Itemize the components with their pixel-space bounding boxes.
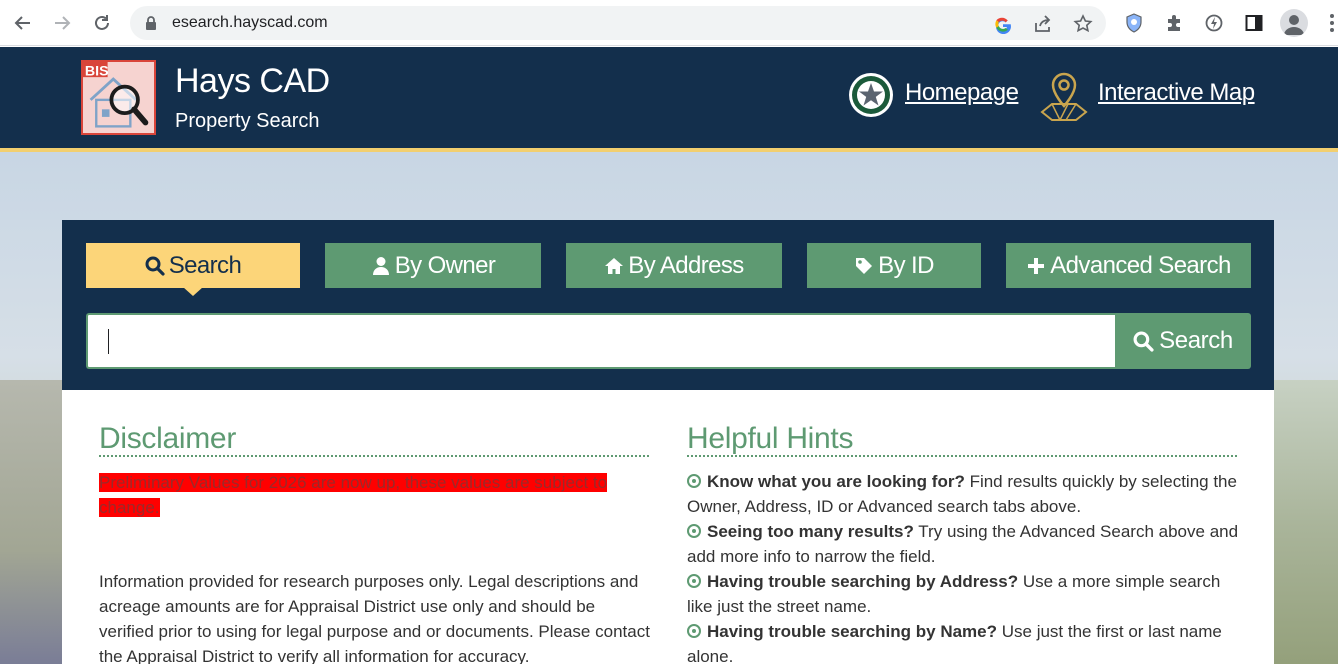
back-arrow-icon bbox=[14, 16, 30, 30]
house-magnifier-logo-icon: BIS bbox=[83, 62, 149, 128]
helpful-hints-title: Helpful Hints bbox=[687, 422, 854, 455]
site-title: Hays CAD bbox=[175, 62, 330, 100]
google-icon[interactable] bbox=[992, 13, 1014, 35]
hint-bold: Having trouble searching by Name? bbox=[707, 622, 998, 641]
tab-advanced-search-label: Advanced Search bbox=[1050, 251, 1231, 279]
text-caret bbox=[108, 329, 109, 354]
disclaimer-body: Information provided for research purpos… bbox=[99, 572, 650, 664]
reload-icon bbox=[95, 15, 109, 30]
tab-search-label: Search bbox=[168, 251, 242, 279]
search-input[interactable] bbox=[86, 313, 1116, 369]
back-button[interactable] bbox=[8, 8, 38, 38]
search-button-label: Search bbox=[1159, 327, 1233, 354]
tab-advanced-search[interactable]: Advanced Search bbox=[1006, 243, 1251, 288]
kebab-menu-icon[interactable] bbox=[1326, 12, 1338, 34]
shield-extension-icon[interactable] bbox=[1122, 11, 1146, 35]
circle-dot-bullet-icon bbox=[687, 574, 701, 588]
hints-divider bbox=[687, 455, 1237, 457]
bis-logo[interactable]: BIS bbox=[81, 60, 156, 135]
grass-field-right bbox=[1274, 380, 1338, 664]
interactive-map-link[interactable]: Interactive Map bbox=[1098, 79, 1255, 107]
search-icon bbox=[145, 256, 165, 276]
plus-icon bbox=[1028, 257, 1045, 274]
bookmark-star-icon[interactable] bbox=[1072, 13, 1094, 35]
url-text: esearch.hayscad.com bbox=[172, 14, 328, 31]
forward-button[interactable] bbox=[47, 8, 77, 38]
forward-arrow-icon bbox=[55, 16, 71, 30]
search-button[interactable]: Search bbox=[1115, 313, 1251, 369]
hint-item: Having trouble searching by Name? Use ju… bbox=[687, 619, 1247, 664]
active-tab-pointer bbox=[183, 287, 203, 296]
tab-by-id[interactable]: By ID bbox=[807, 243, 981, 288]
map-pin-icon[interactable] bbox=[1038, 70, 1090, 122]
tab-by-address[interactable]: By Address bbox=[566, 243, 782, 288]
hint-item: Seeing too many results? Try using the A… bbox=[687, 519, 1247, 569]
address-bar[interactable]: esearch.hayscad.com bbox=[130, 6, 1106, 40]
circle-dot-bullet-icon bbox=[687, 474, 701, 488]
tab-by-address-label: By Address bbox=[628, 251, 744, 279]
profile-avatar-icon[interactable] bbox=[1280, 9, 1308, 37]
tab-search[interactable]: Search bbox=[86, 243, 300, 288]
hint-item: Know what you are looking for? Find resu… bbox=[687, 469, 1247, 519]
county-seal-icon[interactable] bbox=[848, 72, 894, 118]
user-icon bbox=[372, 256, 389, 275]
logo-text: BIS bbox=[85, 63, 109, 79]
share-icon[interactable] bbox=[1032, 13, 1054, 35]
home-icon bbox=[605, 257, 624, 274]
circle-dot-bullet-icon bbox=[687, 524, 701, 538]
helpful-hints-list: Know what you are looking for? Find resu… bbox=[687, 469, 1247, 664]
search-icon bbox=[1133, 331, 1154, 352]
lock-icon bbox=[146, 16, 156, 30]
reload-button[interactable] bbox=[87, 8, 117, 38]
site-subtitle: Property Search bbox=[175, 110, 320, 132]
circle-dot-bullet-icon bbox=[687, 624, 701, 638]
disclaimer-divider bbox=[99, 455, 649, 457]
puzzle-extensions-icon[interactable] bbox=[1162, 11, 1186, 35]
bluebonnet-field-left bbox=[0, 380, 62, 664]
disclaimer-title: Disclaimer bbox=[99, 422, 237, 455]
tag-icon bbox=[856, 257, 873, 274]
browser-toolbar: esearch.hayscad.com bbox=[0, 0, 1338, 46]
hint-bold: Seeing too many results? bbox=[707, 522, 914, 541]
hint-item: Having trouble searching by Address? Use… bbox=[687, 569, 1247, 619]
tab-by-owner[interactable]: By Owner bbox=[325, 243, 541, 288]
tab-by-owner-label: By Owner bbox=[394, 251, 496, 279]
alert-text: Preliminary Values for 2026 are now up, … bbox=[99, 473, 608, 517]
hint-bold: Know what you are looking for? bbox=[707, 472, 965, 491]
hint-bold: Having trouble searching by Address? bbox=[707, 572, 1019, 591]
side-panel-icon[interactable] bbox=[1242, 11, 1266, 35]
tab-by-id-label: By ID bbox=[878, 251, 934, 279]
preliminary-values-alert: Preliminary Values for 2026 are now up, … bbox=[99, 470, 639, 520]
homepage-link[interactable]: Homepage bbox=[905, 79, 1019, 107]
performance-icon[interactable] bbox=[1202, 11, 1226, 35]
